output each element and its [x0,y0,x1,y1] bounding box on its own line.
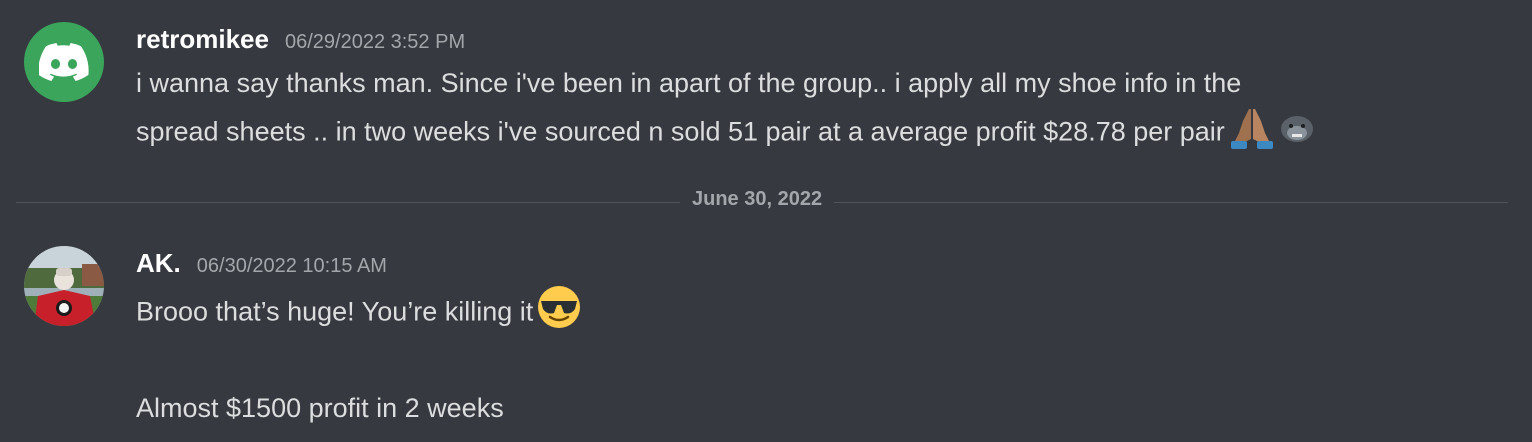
message-header: AK. 06/30/2022 10:15 AM [136,248,387,279]
timestamp: 06/29/2022 3:52 PM [284,31,466,53]
message-content: Brooo that’s huge! You’re killing it Alm… [136,285,1476,430]
gorilla-emoji [1279,109,1315,158]
message-text: spread sheets .. in two weeks i've sourc… [136,116,1225,147]
folded-hands-emoji [1229,105,1275,162]
message-text-line: spread sheets .. in two weeks i've sourc… [136,105,1476,162]
username[interactable]: AK. [136,248,181,279]
message-text-line: i wanna say thanks man. Since i've been … [136,68,1242,98]
avatar[interactable] [24,246,104,326]
discord-logo-icon [39,43,89,81]
avatar[interactable] [24,22,104,102]
message-content: i wanna say thanks man. Since i've been … [136,61,1476,162]
message-text-line: Almost $1500 profit in 2 weeks [136,393,504,423]
user-photo-avatar [24,246,104,326]
message-header: retromikee 06/29/2022 3:52 PM [136,24,465,55]
timestamp: 06/30/2022 10:15 AM [196,255,387,277]
chat-log: retromikee 06/29/2022 3:52 PM i wanna sa… [0,0,1532,442]
sunglasses-emoji [537,285,581,342]
date-divider: June 30, 2022 [680,188,835,211]
username[interactable]: retromikee [136,24,269,55]
message-text: Brooo that’s huge! You’re killing it [136,296,534,327]
message-text-line: Brooo that’s huge! You’re killing it [136,285,1476,342]
